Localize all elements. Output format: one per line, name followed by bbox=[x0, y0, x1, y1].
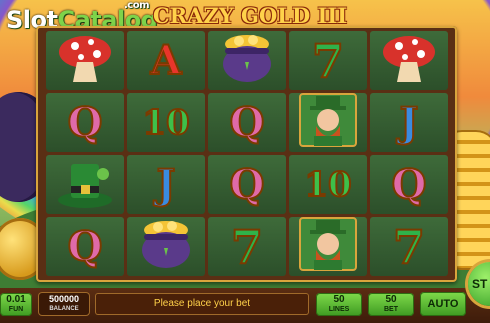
reel-symbol: Q bbox=[46, 217, 124, 276]
symbol-q-icon: Q bbox=[67, 98, 104, 146]
balance-label: BALANCE bbox=[49, 306, 79, 312]
lines-button[interactable]: 50 LINES bbox=[316, 293, 362, 316]
reel-symbol: J bbox=[127, 155, 205, 214]
reel-symbol: 10 bbox=[289, 155, 367, 214]
symbol-j-icon: J bbox=[156, 160, 177, 208]
lines-value: 50 bbox=[333, 294, 345, 305]
balance-display: 500000 BALANCE bbox=[38, 292, 90, 316]
pot-of-gold-icon bbox=[136, 217, 196, 276]
pot-of-gold-icon bbox=[217, 31, 277, 90]
reel-symbol: J bbox=[370, 93, 448, 152]
reel-grid: Q Q A 10 J Q Q 7 7 10 J Q 7 bbox=[46, 31, 448, 276]
reel-symbol bbox=[289, 93, 367, 152]
lines-label: LINES bbox=[328, 306, 350, 313]
balance-value: 500000 bbox=[48, 294, 80, 304]
coin-value-button[interactable]: 0.01 FUN bbox=[0, 293, 32, 316]
reel-symbol: A bbox=[127, 31, 205, 90]
auto-button[interactable]: AUTO bbox=[420, 292, 466, 316]
game-title: CRAZY GOLD III bbox=[152, 3, 348, 28]
symbol-a-icon: A bbox=[149, 36, 182, 84]
reel-symbol: 10 bbox=[127, 93, 205, 152]
bet-value: 50 bbox=[385, 294, 397, 305]
reel-4: 7 10 bbox=[289, 31, 367, 276]
symbol-10-icon: 10 bbox=[303, 164, 352, 205]
reel-2: A 10 J bbox=[127, 31, 205, 276]
symbol-j-icon: J bbox=[399, 98, 420, 146]
status-message: Please place your bet bbox=[95, 293, 309, 315]
symbol-7-icon: 7 bbox=[392, 219, 426, 274]
reel-symbol bbox=[127, 217, 205, 276]
coin-label: FUN bbox=[8, 306, 24, 313]
leprechaun-icon bbox=[298, 217, 358, 276]
bet-label: BET bbox=[384, 306, 398, 313]
reel-symbol bbox=[46, 31, 124, 90]
bet-button[interactable]: 50 BET bbox=[368, 293, 414, 316]
symbol-q-icon: Q bbox=[229, 98, 266, 146]
coin-value: 0.01 bbox=[6, 294, 26, 305]
mushroom-icon bbox=[379, 31, 439, 90]
symbol-10-icon: 10 bbox=[141, 102, 190, 143]
symbol-7-icon: 7 bbox=[311, 33, 345, 88]
reel-symbol: Q bbox=[370, 155, 448, 214]
reel-symbol bbox=[370, 31, 448, 90]
game-screen: SlotCatalog .com CRAZY GOLD III Q Q A 10 J Q Q… bbox=[0, 0, 490, 323]
reel-symbol: Q bbox=[208, 155, 286, 214]
reel-5: JQ 7 bbox=[370, 31, 448, 276]
reel-symbol bbox=[46, 155, 124, 214]
logo-suffix: .com bbox=[124, 0, 150, 11]
reel-symbol bbox=[208, 31, 286, 90]
green-hat-icon bbox=[55, 155, 115, 214]
mushroom-icon bbox=[55, 31, 115, 90]
reel-symbol: Q bbox=[46, 93, 124, 152]
leprechaun-icon bbox=[298, 93, 358, 152]
symbol-q-icon: Q bbox=[391, 160, 428, 208]
reel-symbol bbox=[289, 217, 367, 276]
reel-symbol: 7 bbox=[370, 217, 448, 276]
reel-symbol: 7 bbox=[208, 217, 286, 276]
symbol-q-icon: Q bbox=[67, 222, 104, 270]
reel-1: QQ bbox=[46, 31, 124, 276]
symbol-q-icon: Q bbox=[229, 160, 266, 208]
reel-3: QQ 7 bbox=[208, 31, 286, 276]
reel-symbol: Q bbox=[208, 93, 286, 152]
reel-symbol: 7 bbox=[289, 31, 367, 90]
symbol-7-icon: 7 bbox=[230, 219, 264, 274]
